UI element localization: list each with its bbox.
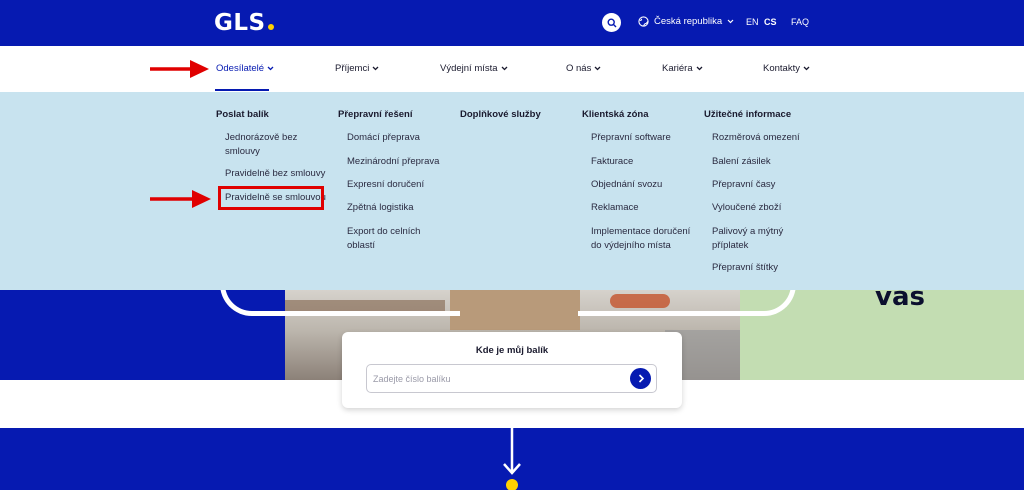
nav-item-o-nas[interactable]: O nás [566,63,601,74]
hero-headline-fragment: vás [875,290,925,312]
annotation-arrow-submenu [150,190,211,208]
lang-en-link[interactable]: EN [746,17,759,27]
faq-link[interactable]: FAQ [791,17,809,27]
globe-icon [638,16,649,27]
country-selector[interactable]: Česká republika [638,16,734,27]
hero-curve-right [578,290,796,316]
menu-link-vyloucene-zbozi[interactable]: Vyloučené zboží [712,201,781,215]
bottom-section [0,428,1024,490]
menu-link-rozmerova-omezeni[interactable]: Rozměrová omezení [712,131,800,145]
logo-text: GLS [214,10,266,36]
menu-link-prepravni-casy[interactable]: Přepravní časy [712,178,775,192]
menu-link-zpetna-logistika[interactable]: Zpětná logistika [347,201,414,215]
photo-box [450,290,580,330]
nav-item-kontakty[interactable]: Kontakty [763,63,810,74]
tracking-card: Kde je můj balík [342,332,682,408]
menu-heading-prepravni-reseni[interactable]: Přepravní řešení [338,109,412,120]
down-arrow-icon [503,428,521,490]
chevron-right-icon [638,374,644,383]
menu-link-prepravni-stitky[interactable]: Přepravní štítky [712,261,778,275]
annotation-arrow-nav [150,60,209,78]
chevron-down-icon [501,66,508,71]
menu-link-domaci-preprava[interactable]: Domácí přeprava [347,131,420,145]
menu-link-baleni-zasilek[interactable]: Balení zásilek [712,155,771,169]
nav-item-label: O nás [566,63,592,74]
menu-link-export-do-celnich-oblasti[interactable]: Export do celních oblastí [347,225,437,253]
tracking-number-input[interactable] [366,364,657,393]
active-nav-underline [215,89,269,91]
menu-link-implementace-doruceni[interactable]: Implementace doručení do výdejního místa [591,225,703,253]
chevron-down-icon [594,66,601,71]
menu-link-reklamace[interactable]: Reklamace [591,201,639,215]
country-label: Česká republika [654,16,723,27]
menu-link-expresni-doruceni[interactable]: Expresní doručení [347,178,424,192]
tracking-title: Kde je můj balík [475,345,549,356]
menu-link-objednani-svozu[interactable]: Objednání svozu [591,178,662,192]
nav-item-label: Kontakty [763,63,800,74]
logo-dot [267,24,274,30]
lang-cs-link[interactable]: CS [764,17,777,27]
top-bar: GLS Česká republika EN CS FAQ [0,0,1024,46]
menu-heading-klientska-zona[interactable]: Klientská zóna [582,109,649,120]
annotation-highlight-box [218,186,324,210]
search-button[interactable] [602,13,621,32]
chevron-down-icon [696,66,703,71]
nav-item-odesilatele[interactable]: Odesílatelé [216,63,274,74]
nav-item-kariera[interactable]: Kariéra [662,63,703,74]
nav-item-label: Kariéra [662,63,693,74]
nav-item-prijemci[interactable]: Příjemci [335,63,379,74]
menu-heading-doplnkove-sluzby[interactable]: Doplňkové služby [460,109,541,120]
chevron-down-icon [372,66,379,71]
menu-link-jednorazove[interactable]: Jednorázově bez smlouvy [225,131,315,159]
hero-curve-left [220,290,460,316]
chevron-down-icon [803,66,810,71]
menu-link-prepravni-software[interactable]: Přepravní software [591,131,671,145]
menu-link-pravidelne-bez-smlouvy[interactable]: Pravidelně bez smlouvy [225,167,325,181]
chevron-down-icon [267,66,274,71]
tracking-submit-button[interactable] [630,368,651,389]
nav-item-vydejni-mista[interactable]: Výdejní místa [440,63,508,74]
nav-item-label: Odesílatelé [216,63,265,74]
menu-heading-uzitecne-informace[interactable]: Užitečné informace [704,109,791,120]
menu-heading-poslat-balik[interactable]: Poslat balík [216,109,269,120]
chevron-down-icon [727,19,734,24]
menu-link-palivovy-priplatek[interactable]: Palivový a mýtný příplatek [712,225,792,253]
gls-logo[interactable]: GLS [214,10,274,36]
nav-item-label: Výdejní místa [440,63,498,74]
menu-link-fakturace[interactable]: Fakturace [591,155,633,169]
nav-item-label: Příjemci [335,63,370,74]
menu-link-mezinarodni-preprava[interactable]: Mezinárodní přeprava [347,155,439,169]
search-icon [606,17,616,27]
